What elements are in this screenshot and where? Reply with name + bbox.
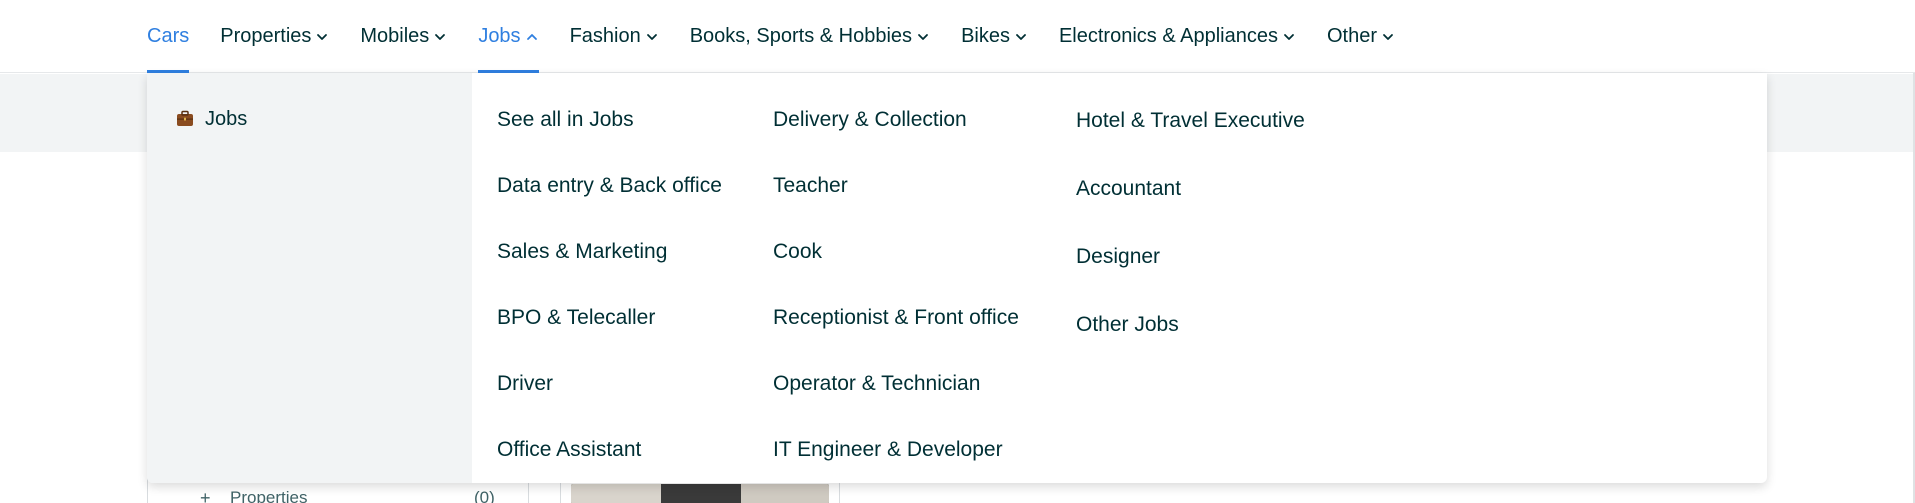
- dropdown-subcategory-link[interactable]: Delivery & Collection: [773, 87, 1076, 153]
- dropdown-subcategory-columns: See all in Jobs Data entry & Back office S…: [472, 73, 1376, 483]
- dropdown-subcategory-link[interactable]: Data entry & Back office: [497, 153, 773, 219]
- dropdown-subcategory-link[interactable]: Other Jobs: [1076, 291, 1376, 359]
- nav-item-jobs[interactable]: Jobs: [478, 0, 539, 73]
- chevron-down-icon: [1282, 30, 1296, 44]
- nav-item-label: Books, Sports & Hobbies: [689, 25, 913, 47]
- nav-item-bikes[interactable]: Bikes: [961, 0, 1028, 73]
- category-nav: Cars Properties Mobiles Jobs Fashion Books, S…: [0, 0, 1915, 73]
- nav-item-label: Electronics & Appliances: [1058, 25, 1278, 47]
- jobs-dropdown-menu: Jobs See all in Jobs Data entry & Back of…: [147, 73, 1767, 483]
- filter-item-properties[interactable]: Properties: [230, 488, 307, 503]
- briefcase-icon: [177, 110, 193, 126]
- filter-item-count: (0): [474, 488, 495, 503]
- page: + Properties (0) Cars Properties Mobiles Jo…: [0, 0, 1915, 503]
- chevron-down-icon: [645, 30, 659, 44]
- nav-item-label: Fashion: [569, 25, 641, 47]
- nav-item-cars[interactable]: Cars: [147, 0, 190, 73]
- chevron-down-icon: [433, 30, 447, 44]
- category-nav-list: Cars Properties Mobiles Jobs Fashion Books, S…: [147, 0, 1426, 73]
- dropdown-subcategory-link[interactable]: See all in Jobs: [497, 87, 773, 153]
- dropdown-subcategory-link[interactable]: BPO & Telecaller: [497, 285, 773, 351]
- chevron-up-icon: [525, 30, 539, 44]
- expand-filter-icon[interactable]: +: [200, 488, 211, 503]
- dropdown-column-3: Hotel & Travel Executive Accountant Design…: [1076, 87, 1376, 483]
- dropdown-subcategory-link[interactable]: Operator & Technician: [773, 351, 1076, 417]
- nav-item-books-sports-hobbies[interactable]: Books, Sports & Hobbies: [690, 0, 930, 73]
- dropdown-category-label: Jobs: [205, 107, 248, 130]
- nav-item-other[interactable]: Other: [1327, 0, 1395, 73]
- nav-item-label: Jobs: [478, 25, 521, 47]
- nav-item-label: Cars: [147, 25, 190, 47]
- dropdown-column-2: Delivery & Collection Teacher Cook Receptio…: [773, 87, 1076, 483]
- dropdown-subcategory-link[interactable]: Hotel & Travel Executive: [1076, 87, 1376, 155]
- dropdown-category-panel: Jobs: [147, 73, 472, 483]
- nav-item-electronics-appliances[interactable]: Electronics & Appliances: [1059, 0, 1296, 73]
- nav-item-label: Bikes: [961, 25, 1010, 47]
- chevron-down-icon: [315, 30, 329, 44]
- listing-thumbnail: [571, 484, 829, 503]
- dropdown-subcategory-link[interactable]: Office Assistant: [497, 417, 773, 483]
- nav-item-label: Other: [1326, 25, 1378, 47]
- dropdown-subcategory-link[interactable]: IT Engineer & Developer: [773, 417, 1076, 483]
- dropdown-category-jobs[interactable]: Jobs: [147, 103, 472, 135]
- chevron-down-icon: [916, 30, 930, 44]
- dropdown-subcategory-link[interactable]: Accountant: [1076, 155, 1376, 223]
- dropdown-subcategory-link[interactable]: Designer: [1076, 223, 1376, 291]
- nav-item-label: Properties: [220, 25, 312, 47]
- dropdown-subcategory-link[interactable]: Cook: [773, 219, 1076, 285]
- chevron-down-icon: [1381, 30, 1395, 44]
- nav-item-fashion[interactable]: Fashion: [570, 0, 659, 73]
- dropdown-subcategory-link[interactable]: Sales & Marketing: [497, 219, 773, 285]
- dropdown-column-1: See all in Jobs Data entry & Back office S…: [497, 87, 773, 483]
- dropdown-subcategory-link[interactable]: Driver: [497, 351, 773, 417]
- nav-item-properties[interactable]: Properties: [220, 0, 329, 73]
- chevron-down-icon: [1014, 30, 1028, 44]
- nav-item-label: Mobiles: [360, 25, 430, 47]
- dropdown-subcategory-link[interactable]: Receptionist & Front office: [773, 285, 1076, 351]
- dropdown-subcategory-link[interactable]: Teacher: [773, 153, 1076, 219]
- nav-item-mobiles[interactable]: Mobiles: [360, 0, 447, 73]
